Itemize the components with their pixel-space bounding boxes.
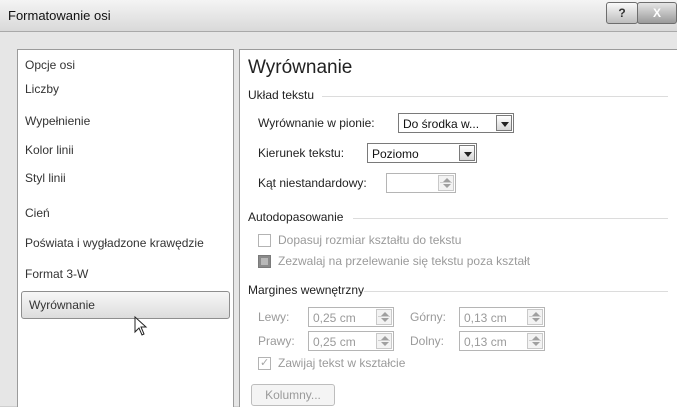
wrap-text-label: Zawijaj tekst w kształcie: [278, 356, 406, 370]
custom-angle-spinner[interactable]: [386, 173, 456, 193]
vertical-alignment-dropdown[interactable]: Do środka w...: [398, 113, 514, 133]
title-bar: Formatowanie osi ? X: [0, 0, 677, 32]
text-direction-dropdown[interactable]: Poziomo: [367, 143, 477, 163]
right-margin-label: Prawy:: [258, 334, 295, 348]
nav-item-line-style[interactable]: Styl linii: [18, 166, 233, 190]
spinner-arrows-icon[interactable]: [527, 309, 543, 325]
nav-item-3d-format[interactable]: Format 3-W: [18, 262, 233, 286]
spinner-arrows-icon[interactable]: [376, 309, 392, 325]
columns-button[interactable]: Kolumny...: [251, 384, 335, 406]
help-button[interactable]: ?: [606, 2, 638, 24]
left-margin-value: 0,25 cm: [313, 311, 356, 325]
nav-item-glow-soft-edges[interactable]: Poświata i wygładzone krawędzie: [18, 231, 233, 255]
top-margin-spinner[interactable]: 0,13 cm: [459, 307, 545, 327]
allow-overflow-checkbox[interactable]: [258, 255, 271, 268]
left-margin-label: Lewy:: [258, 310, 290, 324]
right-margin-spinner[interactable]: 0,25 cm: [308, 331, 394, 351]
chevron-down-icon[interactable]: [459, 145, 475, 161]
spinner-arrows-icon[interactable]: [438, 175, 454, 191]
left-margin-spinner[interactable]: 0,25 cm: [308, 307, 394, 327]
bottom-margin-value: 0,13 cm: [464, 335, 507, 349]
text-direction-value: Poziomo: [372, 147, 419, 161]
dialog-body: Opcje osi Liczby Wypełnienie Kolor linii…: [8, 38, 677, 407]
nav-item-number[interactable]: Liczby: [18, 77, 233, 101]
alignment-panel: Wyrównanie Układ tekstu Wyrównanie w pio…: [239, 49, 677, 407]
format-axis-dialog: Formatowanie osi ? X Opcje osi Liczby Wy…: [0, 0, 677, 407]
section-divider: [353, 218, 668, 219]
top-margin-label: Górny:: [410, 310, 447, 324]
allow-overflow-label: Zezwalaj na przelewanie się tekstu poza …: [278, 254, 531, 268]
wrap-text-checkbox[interactable]: [258, 356, 271, 370]
section-divider: [322, 96, 668, 97]
spinner-arrows-icon[interactable]: [527, 333, 543, 349]
autofit-section-title: Autodopasowanie: [248, 210, 344, 224]
category-list: Opcje osi Liczby Wypełnienie Kolor linii…: [17, 49, 234, 407]
vertical-alignment-value: Do środka w...: [403, 117, 480, 131]
top-margin-value: 0,13 cm: [464, 311, 507, 325]
resize-shape-checkbox[interactable]: [258, 234, 271, 247]
bottom-margin-label: Dolny:: [410, 334, 445, 348]
nav-item-alignment[interactable]: Wyrównanie: [21, 291, 230, 319]
nav-item-line-color[interactable]: Kolor linii: [18, 138, 233, 162]
resize-shape-label: Dopasuj rozmiar kształtu do tekstu: [278, 233, 462, 247]
text-layout-section-title: Układ tekstu: [248, 88, 315, 102]
mouse-cursor-icon: [134, 316, 148, 336]
spinner-arrows-icon[interactable]: [376, 333, 392, 349]
nav-item-shadow[interactable]: Cień: [18, 201, 233, 225]
panel-heading: Wyrównanie: [248, 57, 353, 78]
text-direction-label: Kierunek tekstu:: [258, 146, 345, 160]
nav-item-fill[interactable]: Wypełnienie: [18, 109, 233, 133]
dialog-title: Formatowanie osi: [8, 8, 111, 23]
close-button[interactable]: X: [637, 2, 677, 24]
custom-angle-label: Kąt niestandardowy:: [258, 176, 367, 190]
vertical-alignment-label: Wyrównanie w pionie:: [258, 116, 375, 130]
nav-item-axis-options[interactable]: Opcje osi: [18, 53, 233, 77]
chevron-down-icon[interactable]: [496, 115, 512, 131]
bottom-margin-spinner[interactable]: 0,13 cm: [459, 331, 545, 351]
internal-margin-section-title: Margines wewnętrzny: [248, 283, 365, 297]
section-divider: [364, 291, 668, 292]
right-margin-value: 0,25 cm: [313, 335, 356, 349]
